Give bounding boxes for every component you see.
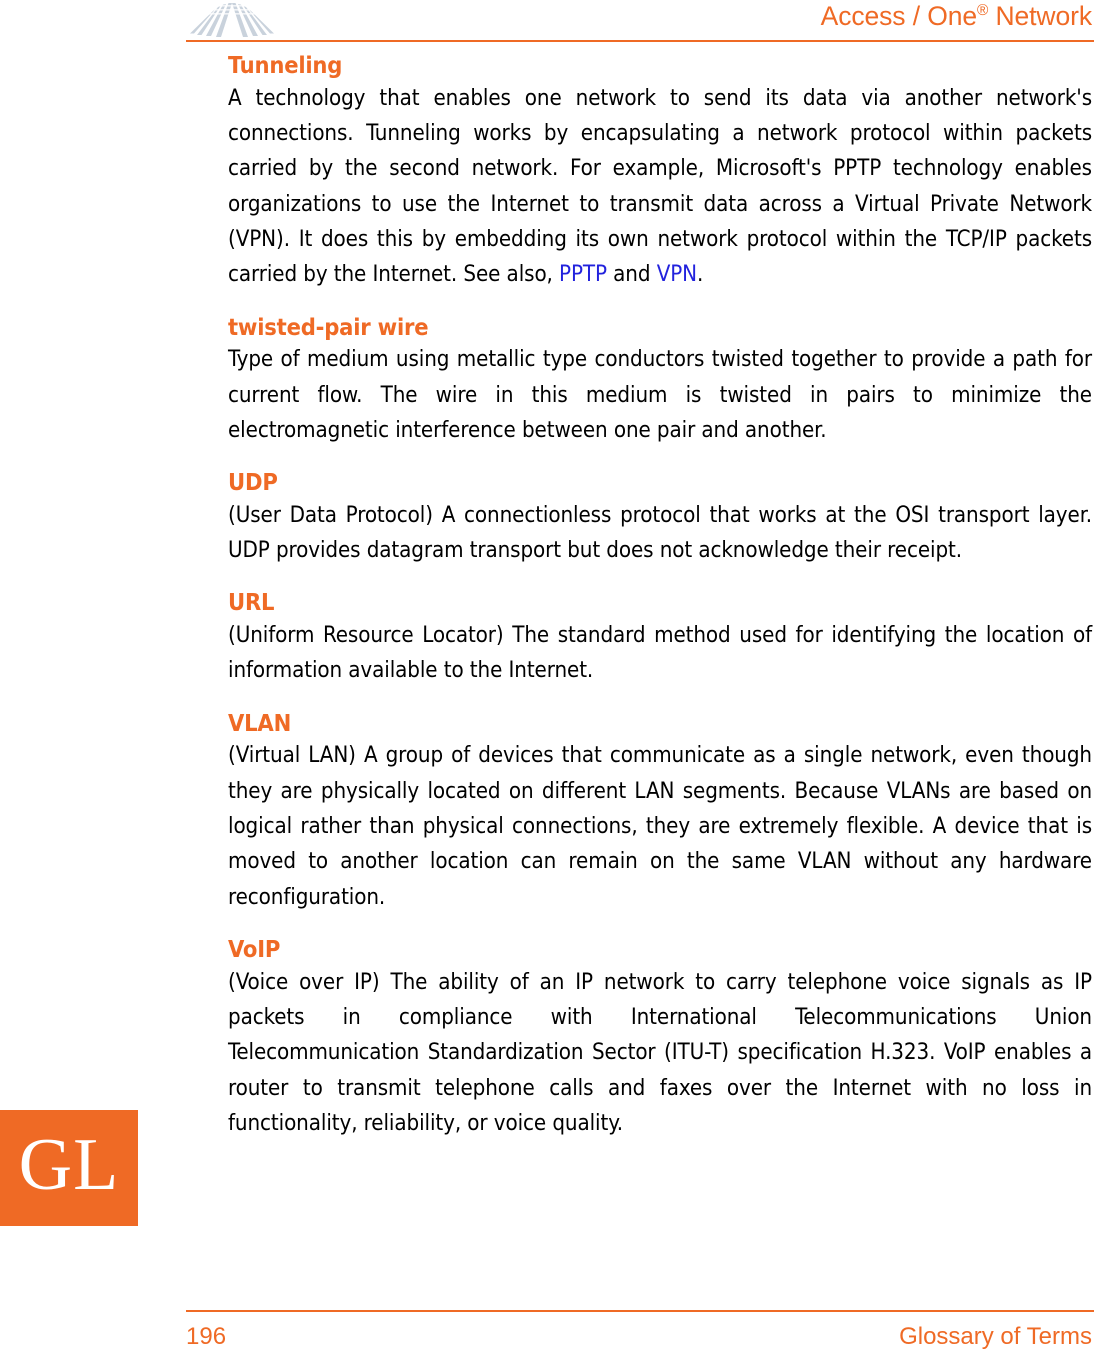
cross-reference-link[interactable]: PPTP xyxy=(559,261,607,287)
definition-text: Type of medium using metallic type condu… xyxy=(228,346,1092,443)
product-title: Access / One® Network xyxy=(820,1,1092,31)
page-number: 196 xyxy=(186,1323,227,1350)
registered-trademark-icon: ® xyxy=(977,2,989,20)
access-one-fan-logo xyxy=(186,1,278,39)
glossary-entry: UDP (User Data Protocol) A connectionless… xyxy=(228,468,1092,569)
glossary-definition: (User Data Protocol) A connectionless pr… xyxy=(228,498,1092,569)
glossary-entry: VLAN (Virtual LAN) A group of devices tha… xyxy=(228,708,1092,915)
glossary-definition: (Uniform Resource Locator) The standard … xyxy=(228,618,1092,689)
glossary-definition: Type of medium using metallic type condu… xyxy=(228,342,1092,448)
glossary-entry: URL (Uniform Resource Locator) The standa… xyxy=(228,589,1092,688)
definition-text: and xyxy=(606,261,657,288)
footer-section-title: Glossary of Terms xyxy=(899,1323,1092,1350)
header-divider xyxy=(186,40,1094,42)
definition-text: (Virtual LAN) A group of devices that co… xyxy=(228,742,1092,910)
definition-text: . xyxy=(697,261,704,288)
section-tab-label: GL xyxy=(18,1124,120,1206)
glossary-term: UDP xyxy=(228,468,278,497)
definition-text: (Uniform Resource Locator) The standard … xyxy=(228,622,1092,684)
definition-text: (Voice over IP) The ability of an IP net… xyxy=(228,968,1092,1136)
definition-text: (User Data Protocol) A connectionless pr… xyxy=(228,501,1092,564)
glossary-term: VLAN xyxy=(228,708,292,737)
product-title-prefix: Access / One xyxy=(820,1,978,31)
glossary-page: Access / One® Network Tunneling A technol… xyxy=(0,0,1096,1361)
glossary-term: VoIP xyxy=(228,934,281,963)
glossary-entry: Tunneling A technology that enables one n… xyxy=(228,51,1092,293)
product-title-suffix: Network xyxy=(988,1,1092,31)
section-tab-glossary: GL xyxy=(0,1110,138,1226)
glossary-definition: (Virtual LAN) A group of devices that co… xyxy=(228,738,1092,914)
page-footer: 196 Glossary of Terms xyxy=(0,1310,1096,1361)
glossary-term: twisted-pair wire xyxy=(228,312,429,341)
glossary-definition: A technology that enables one network to… xyxy=(228,81,1092,293)
glossary-definition: (Voice over IP) The ability of an IP net… xyxy=(228,965,1092,1141)
definition-text: A technology that enables one network to… xyxy=(228,84,1092,288)
cross-reference-link[interactable]: VPN xyxy=(657,261,697,287)
glossary-term: Tunneling xyxy=(228,51,343,79)
glossary-term: URL xyxy=(228,588,275,617)
page-header: Access / One® Network xyxy=(0,0,1096,46)
glossary-entry: VoIP (Voice over IP) The ability of an IP… xyxy=(228,934,1092,1141)
glossary-entry: twisted-pair wire Type of medium using me… xyxy=(228,312,1092,449)
footer-divider xyxy=(186,1310,1094,1312)
glossary-entries: Tunneling A technology that enables one n… xyxy=(228,51,1092,1141)
